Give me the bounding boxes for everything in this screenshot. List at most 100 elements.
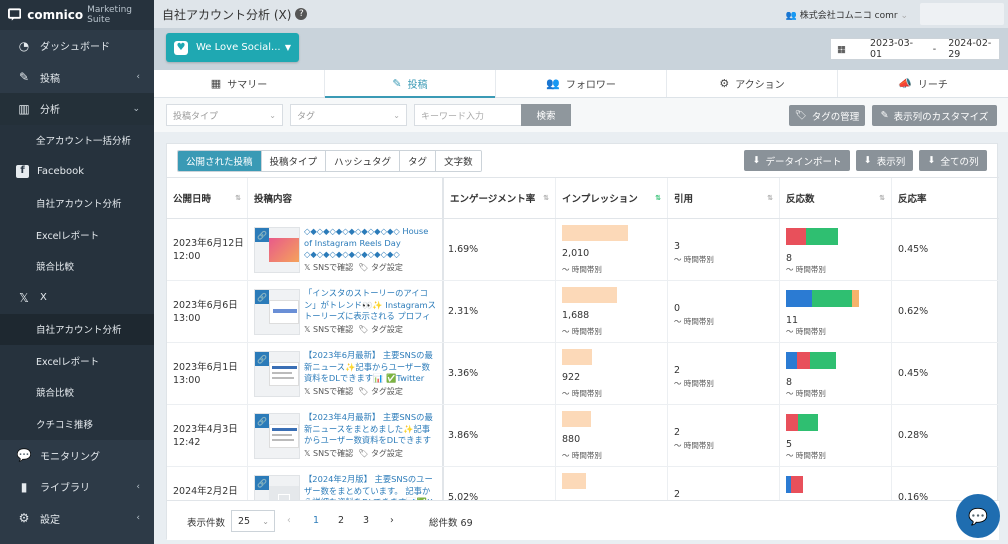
- col-reactions[interactable]: 反応数 ⇅: [780, 178, 892, 218]
- sidebar-item-library[interactable]: ▮ ライブラリ ‹: [0, 471, 154, 503]
- chat-support-button[interactable]: 💬: [956, 494, 1000, 538]
- sidebar-item-x-own[interactable]: 自社アカウント分析: [0, 313, 154, 345]
- tab-summary[interactable]: ▦ サマリー: [154, 70, 325, 97]
- company-switcher[interactable]: 👥 株式会社コムニコ comr ⌄: [786, 8, 908, 21]
- tag-set-link[interactable]: 🏷 タグ設定: [358, 325, 403, 334]
- sidebar-item-analysis[interactable]: ▥ 分析 ⌄: [0, 93, 154, 125]
- post-content: 🔗 【2023年6月最新】 主要SNSの最新ニュース✨記事からユーザー数資料をDL…: [248, 343, 444, 404]
- segment-published[interactable]: 公開された投稿: [178, 151, 262, 171]
- tab-reach[interactable]: 📣 リーチ: [838, 70, 1008, 97]
- reactions-bar: [786, 476, 803, 493]
- col-engagement[interactable]: エンゲージメント率 ⇅: [444, 178, 556, 218]
- quotes-value: 2: [674, 427, 681, 438]
- post-thumbnail[interactable]: 🔗: [254, 227, 300, 273]
- post-text-link[interactable]: ◇◆◇◆◇◆◇◆◇◆◇◆◇◆◇ House of Instagram Reels…: [304, 226, 438, 261]
- table-body: 2023年6月12日 12:00 🔗 ◇◆◇◆◇◆◇◆◇◆◇◆◇◆◇ House of…: [167, 219, 999, 500]
- sidebar-item-fb-own[interactable]: 自社アカウント分析: [0, 188, 154, 220]
- col-date[interactable]: 公開日時 ⇅: [167, 178, 248, 218]
- help-icon[interactable]: ?: [295, 8, 308, 20]
- hourly-link[interactable]: 〜 時間帯別: [562, 450, 602, 461]
- hourly-link[interactable]: 〜 時間帯別: [674, 440, 714, 451]
- sidebar-item-dashboard[interactable]: ◔ ダッシュボード: [0, 30, 154, 62]
- col-impressions[interactable]: インプレッション ⇅: [556, 178, 668, 218]
- sidebar-group-x[interactable]: 𝕏X: [0, 282, 154, 314]
- next-page-button[interactable]: ›: [390, 515, 394, 526]
- tab-posts[interactable]: ✎ 投稿: [325, 70, 496, 98]
- all-columns-button[interactable]: ⬇ 全ての列: [919, 150, 987, 171]
- segment-tag[interactable]: タグ: [400, 151, 437, 171]
- page-2-button[interactable]: 2: [338, 515, 344, 526]
- post-thumbnail[interactable]: 🔗: [254, 413, 300, 459]
- segment-post-type[interactable]: 投稿タイプ: [261, 151, 327, 171]
- hourly-link[interactable]: 〜 時間帯別: [786, 264, 826, 275]
- sidebar-group-facebook[interactable]: f Facebook: [0, 156, 154, 188]
- impressions-bar: [562, 349, 592, 365]
- user-menu[interactable]: [920, 3, 1004, 25]
- brand-logo[interactable]: comnico Marketing Suite: [0, 0, 154, 30]
- tab-actions[interactable]: ⚙ アクション: [667, 70, 838, 97]
- post-thumbnail[interactable]: 🔗: [254, 475, 300, 500]
- prev-page-button[interactable]: ‹: [287, 515, 291, 526]
- sidebar-item-x-excel[interactable]: Excelレポート: [0, 345, 154, 377]
- per-page-select[interactable]: 25 ⌄: [231, 510, 275, 532]
- hourly-link[interactable]: 〜 時間帯別: [786, 388, 826, 399]
- account-selector[interactable]: ♥ We Love Social... ▼: [166, 33, 299, 62]
- shown-columns-button[interactable]: ⬇ 表示列: [856, 150, 913, 171]
- date-range-picker[interactable]: ▦ 2023-03-01 - 2024-02-29: [830, 38, 1000, 60]
- search-button[interactable]: 検索: [521, 104, 571, 126]
- impressions-cell: 〜 時間帯別: [556, 467, 668, 500]
- reaction-rate: 0.45%: [898, 244, 929, 255]
- hourly-link[interactable]: 〜 時間帯別: [674, 254, 714, 265]
- post-thumbnail[interactable]: 🔗: [254, 351, 300, 397]
- post-text-link[interactable]: 【2023年4月最新】 主要SNSの最新ニュースをまとめました✨記事からユーザー…: [304, 412, 438, 447]
- segment-char-count[interactable]: 文字数: [436, 151, 481, 171]
- sns-confirm-link[interactable]: 𝕏 SNSで確認: [304, 263, 353, 272]
- tag-set-link[interactable]: 🏷 タグ設定: [358, 449, 403, 458]
- sidebar-item-post[interactable]: ✎ 投稿 ‹: [0, 62, 154, 94]
- tag-set-link[interactable]: 🏷 タグ設定: [358, 263, 403, 272]
- post-type-select[interactable]: 投稿タイプ ⌄: [166, 104, 283, 126]
- hourly-link[interactable]: 〜 時間帯別: [674, 378, 714, 389]
- sns-confirm-link[interactable]: 𝕏 SNSで確認: [304, 387, 353, 396]
- sidebar-item-monitoring[interactable]: 💬 モニタリング: [0, 440, 154, 472]
- tab-followers[interactable]: 👥 フォロワー: [496, 70, 667, 97]
- reactions-cell: 8 〜 時間帯別: [780, 343, 892, 404]
- sidebar-item-x-compare[interactable]: 競合比較: [0, 377, 154, 409]
- sort-icon: ⇅: [543, 194, 549, 202]
- segment-hashtag[interactable]: ハッシュタグ: [326, 151, 401, 171]
- col-reaction-rate[interactable]: 反応率: [892, 178, 999, 218]
- action-gear-icon: ⚙: [719, 77, 730, 90]
- hourly-link[interactable]: 〜 時間帯別: [562, 326, 602, 337]
- hourly-link[interactable]: 〜 時間帯別: [786, 450, 826, 461]
- keyword-input[interactable]: キーワード入力: [414, 104, 522, 126]
- sidebar-item-x-reviews[interactable]: クチコミ推移: [0, 408, 154, 440]
- post-text-link[interactable]: 【2024年2月版】 主要SNSのユーザー数をまとめています。 記事から詳細な資…: [304, 474, 438, 500]
- hourly-link[interactable]: 〜 時間帯別: [562, 388, 602, 399]
- hourly-link[interactable]: 〜 時間帯別: [786, 326, 826, 337]
- post-text-link[interactable]: 「インスタのストーリーのアイコン」がトレンド👀✨ Instagramストーリーズ…: [304, 288, 438, 323]
- reaction-rate: 0.62%: [898, 306, 929, 317]
- post-thumbnail[interactable]: 🔗: [254, 289, 300, 335]
- sidebar-item-all-accounts[interactable]: 全アカウント一括分析: [0, 125, 154, 157]
- post-text-link[interactable]: 【2023年6月最新】 主要SNSの最新ニュース✨記事からユーザー数資料をDLで…: [304, 350, 438, 385]
- hourly-link[interactable]: 〜 時間帯別: [674, 316, 714, 327]
- page-3-button[interactable]: 3: [363, 515, 369, 526]
- trend-icon: 〜: [786, 451, 794, 460]
- data-import-button[interactable]: ⬇ データインポート: [744, 150, 850, 171]
- tag-set-link[interactable]: 🏷 タグ設定: [358, 387, 403, 396]
- post-date: 2023年4月3日 12:42: [167, 405, 248, 466]
- quotes-cell: 0 〜 時間帯別: [668, 281, 780, 342]
- customize-columns-button[interactable]: ✎ 表示列のカスタマイズ: [872, 105, 997, 126]
- col-quotes[interactable]: 引用 ⇅: [668, 178, 780, 218]
- hourly-link[interactable]: 〜 時間帯別: [562, 264, 602, 275]
- sidebar-item-settings[interactable]: ⚙ 設定 ‹: [0, 503, 154, 535]
- sidebar-item-fb-excel[interactable]: Excelレポート: [0, 219, 154, 251]
- tag-manage-button[interactable]: 🏷 タグの管理: [789, 105, 865, 126]
- trend-icon: 〜: [674, 379, 682, 388]
- link-icon: 🔗: [255, 414, 269, 428]
- page-1-button[interactable]: 1: [313, 515, 319, 526]
- sidebar-item-fb-compare[interactable]: 競合比較: [0, 251, 154, 283]
- sns-confirm-link[interactable]: 𝕏 SNSで確認: [304, 449, 353, 458]
- tag-select[interactable]: タグ ⌄: [290, 104, 407, 126]
- sns-confirm-link[interactable]: 𝕏 SNSで確認: [304, 325, 353, 334]
